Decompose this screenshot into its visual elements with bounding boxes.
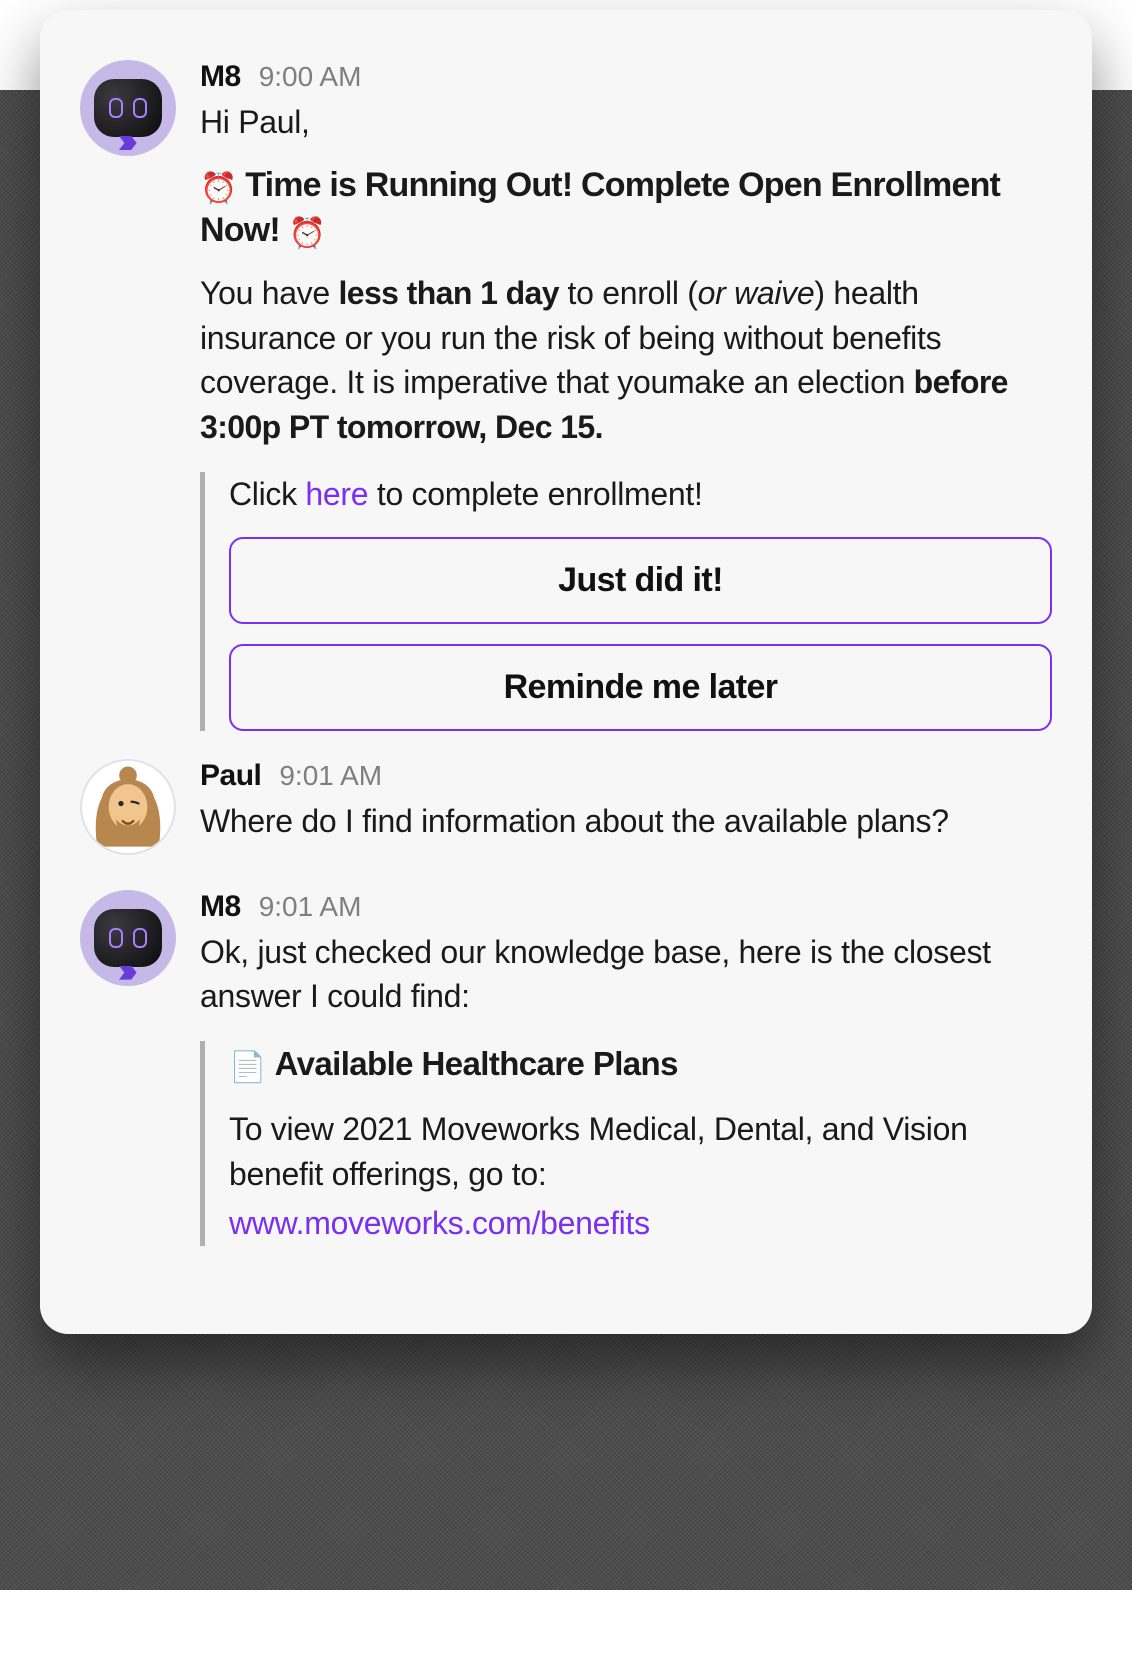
avatar-bot — [80, 60, 176, 156]
message-user-1: Paul 9:01 AM Where do I find information… — [80, 759, 1052, 862]
kb-title-line: 📄 Available Healthcare Plans — [229, 1041, 1052, 1089]
document-icon: 📄 — [229, 1051, 266, 1084]
bot-answer-intro: Ok, just checked our knowledge base, her… — [200, 930, 1052, 1020]
sender-name: M8 — [200, 890, 241, 924]
message-time: 9:00 AM — [259, 61, 362, 93]
bot-face-icon — [94, 79, 162, 137]
user-question: Where do I find information about the av… — [200, 799, 1052, 844]
avatar-bot — [80, 890, 176, 986]
body-paragraph: You have less than 1 day to enroll (or w… — [200, 271, 1052, 450]
action-block: Click here to complete enrollment! Just … — [200, 472, 1052, 731]
kb-body: To view 2021 Moveworks Medical, Dental, … — [229, 1107, 1052, 1197]
kb-snippet: 📄 Available Healthcare Plans To view 202… — [200, 1041, 1052, 1245]
sender-name: Paul — [200, 759, 261, 793]
benefits-link[interactable]: www.moveworks.com/benefits — [229, 1205, 650, 1241]
sender-name: M8 — [200, 60, 241, 94]
headline-text: ⏰ Time is Running Out! Complete Open Enr… — [200, 163, 1052, 253]
cta-text: Click here to complete enrollment! — [229, 472, 1052, 517]
message-bot-1: M8 9:00 AM Hi Paul, ⏰ Time is Running Ou… — [80, 60, 1052, 731]
user-avatar-icon — [84, 763, 172, 851]
remind-later-button[interactable]: Reminde me later — [229, 644, 1052, 731]
just-did-it-button[interactable]: Just did it! — [229, 537, 1052, 624]
greeting-text: Hi Paul, — [200, 100, 1052, 145]
message-bot-2: M8 9:01 AM Ok, just checked our knowledg… — [80, 890, 1052, 1246]
message-time: 9:01 AM — [279, 760, 382, 792]
message-time: 9:01 AM — [259, 891, 362, 923]
bot-face-icon — [94, 909, 162, 967]
kb-title: Available Healthcare Plans — [275, 1045, 678, 1082]
chat-card: M8 9:00 AM Hi Paul, ⏰ Time is Running Ou… — [40, 10, 1092, 1334]
alarm-clock-icon: ⏰ — [289, 217, 326, 250]
alarm-clock-icon: ⏰ — [200, 172, 237, 205]
enrollment-link[interactable]: here — [305, 476, 368, 512]
avatar-user — [80, 759, 176, 855]
